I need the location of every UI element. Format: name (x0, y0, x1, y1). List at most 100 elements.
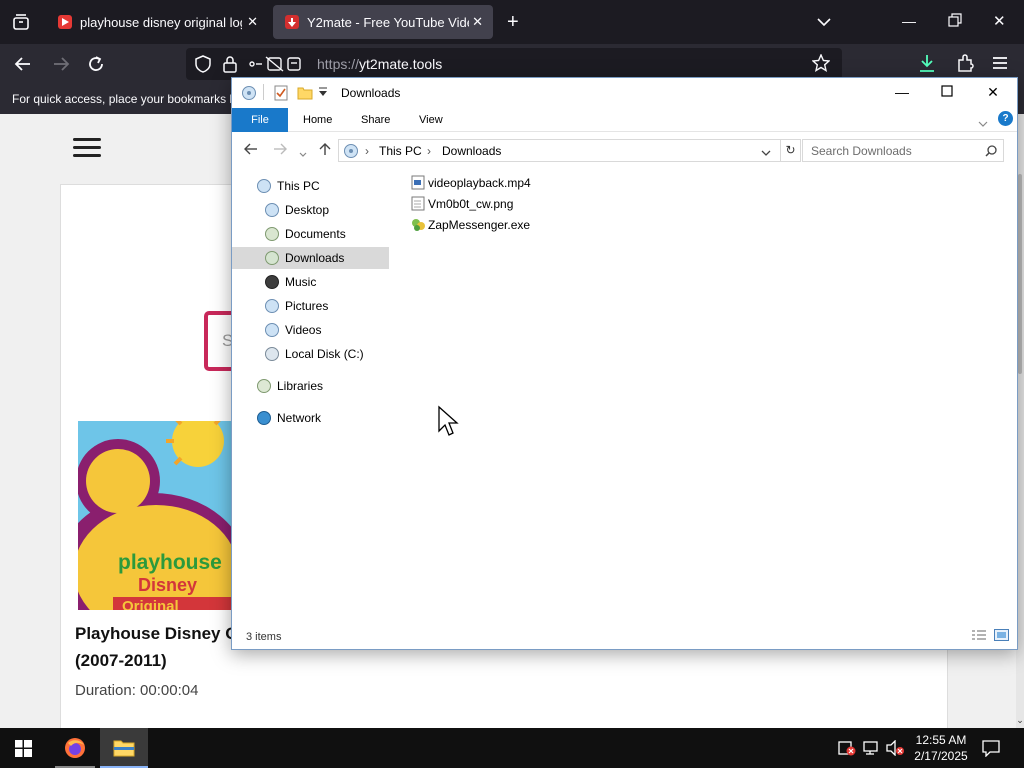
start-icon[interactable] (15, 740, 32, 762)
taskbar-explorer[interactable] (100, 728, 148, 768)
chevron-right-icon[interactable]: › (427, 144, 431, 158)
network-icon (257, 411, 271, 425)
desktop-icon (265, 203, 279, 217)
tab-file[interactable]: File (232, 108, 288, 132)
file-explorer-window[interactable]: Downloads — ✕ File Home Share View ? › T… (231, 77, 1018, 650)
disk-icon (265, 347, 279, 361)
close-tab-icon[interactable]: ✕ (247, 14, 258, 30)
nav-item-pictures[interactable]: Pictures (232, 295, 389, 317)
nav-item-this-pc[interactable]: This PC (232, 175, 389, 197)
drive-icon (344, 144, 358, 158)
navigation-pane: This PC Desktop Documents Downloads Musi… (232, 168, 392, 628)
svg-text:playhouse: playhouse (118, 551, 222, 574)
reload-icon[interactable] (87, 55, 105, 76)
new-folder-icon[interactable] (297, 86, 313, 105)
breadcrumb-downloads[interactable]: Downloads (442, 144, 501, 158)
bookmark-star-icon[interactable] (811, 53, 831, 75)
search-input[interactable]: Search Downloads (802, 139, 1004, 162)
system-clock[interactable]: 12:55 AM 2/17/2025 (907, 732, 975, 764)
network-tray-icon[interactable] (862, 740, 880, 761)
address-bar[interactable]: › This PC › Downloads (338, 139, 781, 162)
pictures-icon (265, 299, 279, 313)
image-file-icon (411, 196, 425, 211)
url-text[interactable]: https://yt2mate.tools (317, 56, 442, 72)
address-dropdown-icon[interactable] (761, 146, 771, 160)
scroll-down-icon[interactable]: ⌄ (1016, 715, 1024, 726)
extensions-icon[interactable] (956, 54, 974, 75)
tab-y2mate[interactable]: Y2mate - Free YouTube Video D ✕ (273, 5, 493, 39)
explorer-titlebar[interactable]: Downloads — ✕ (232, 78, 1017, 108)
breadcrumb-this-pc[interactable]: This PC (379, 144, 422, 158)
back-icon[interactable] (244, 142, 258, 159)
maximize-icon[interactable] (937, 84, 957, 100)
folder-icon (113, 740, 135, 757)
tab-overview-icon[interactable] (12, 13, 30, 34)
exe-file-icon (412, 219, 425, 231)
back-icon[interactable] (14, 55, 32, 76)
mouse-cursor-icon (437, 405, 459, 442)
nav-item-downloads[interactable]: Downloads (232, 247, 389, 269)
close-tab-icon[interactable]: ✕ (472, 14, 483, 30)
status-bar-item-count: 3 items (246, 631, 282, 643)
up-icon[interactable] (318, 142, 332, 159)
app-menu-icon[interactable] (992, 55, 1008, 73)
view-buttons (971, 629, 1011, 643)
file-list: videoplayback.mp4 Vm0b0t_cw.png ZapMesse… (407, 172, 1007, 622)
taskbar: 12:55 AM 2/17/2025 (0, 728, 1024, 768)
tab-home[interactable]: Home (303, 108, 332, 132)
minimize-icon[interactable]: — (902, 12, 916, 30)
new-tab-icon[interactable]: + (507, 12, 519, 32)
window-title: Downloads (341, 86, 401, 100)
details-view-icon[interactable] (971, 629, 987, 641)
nav-item-music[interactable]: Music (232, 271, 389, 293)
notifications-icon[interactable] (982, 739, 1000, 762)
shield-icon[interactable] (194, 55, 212, 76)
video-file-icon (411, 175, 425, 190)
minimize-icon[interactable]: — (892, 84, 912, 100)
quick-access-dropdown-icon[interactable] (318, 86, 328, 101)
nav-item-videos[interactable]: Videos (232, 319, 389, 341)
volume-muted-icon[interactable] (885, 739, 905, 761)
nav-item-desktop[interactable]: Desktop (232, 199, 389, 221)
taskbar-firefox[interactable] (55, 728, 95, 768)
refresh-icon[interactable]: ↻ (781, 139, 801, 162)
nav-item-documents[interactable]: Documents (232, 223, 389, 245)
lock-icon[interactable] (222, 55, 238, 76)
properties-icon[interactable] (274, 85, 288, 106)
video-duration: Duration: 00:00:04 (75, 682, 199, 699)
downloads-icon[interactable] (918, 54, 936, 77)
menu-icon[interactable] (73, 138, 101, 158)
list-tabs-icon[interactable] (817, 13, 831, 31)
large-icons-view-icon[interactable] (994, 629, 1009, 641)
search-icon (985, 145, 997, 157)
nav-item-libraries[interactable]: Libraries (232, 375, 389, 397)
videos-icon (265, 323, 279, 337)
y2mate-icon (285, 15, 299, 29)
firefox-icon (65, 738, 85, 758)
tab-share[interactable]: Share (361, 108, 390, 132)
downloads-icon (265, 251, 279, 265)
tab-playhouse[interactable]: playhouse disney original logo ( ✕ (46, 5, 268, 39)
documents-icon (265, 227, 279, 241)
video-thumbnail[interactable]: playhouse Disney Original (78, 421, 232, 610)
recent-locations-icon[interactable] (299, 145, 307, 161)
svg-text:Original: Original (122, 598, 179, 610)
address-bar[interactable]: https://yt2mate.tools (186, 48, 842, 80)
browser-tabstrip: playhouse disney original logo ( ✕ Y2mat… (0, 0, 1024, 44)
tab-view[interactable]: View (419, 108, 443, 132)
nav-item-local-disk[interactable]: Local Disk (C:) (232, 343, 389, 365)
close-icon[interactable]: ✕ (983, 84, 1003, 101)
nav-item-network[interactable]: Network (232, 407, 389, 429)
libraries-icon (257, 379, 271, 393)
close-window-icon[interactable]: ✕ (993, 13, 1006, 31)
permissions-icon[interactable] (248, 56, 306, 75)
forward-icon[interactable] (52, 55, 70, 76)
restore-icon[interactable] (948, 13, 962, 32)
chevron-right-icon[interactable]: › (365, 144, 369, 158)
forward-icon[interactable] (273, 142, 287, 159)
security-icon[interactable] (838, 740, 856, 761)
ribbon-expand-icon[interactable] (978, 115, 988, 133)
svg-text:Disney: Disney (138, 575, 197, 595)
computer-icon (257, 179, 271, 193)
help-icon[interactable]: ? (998, 111, 1013, 126)
